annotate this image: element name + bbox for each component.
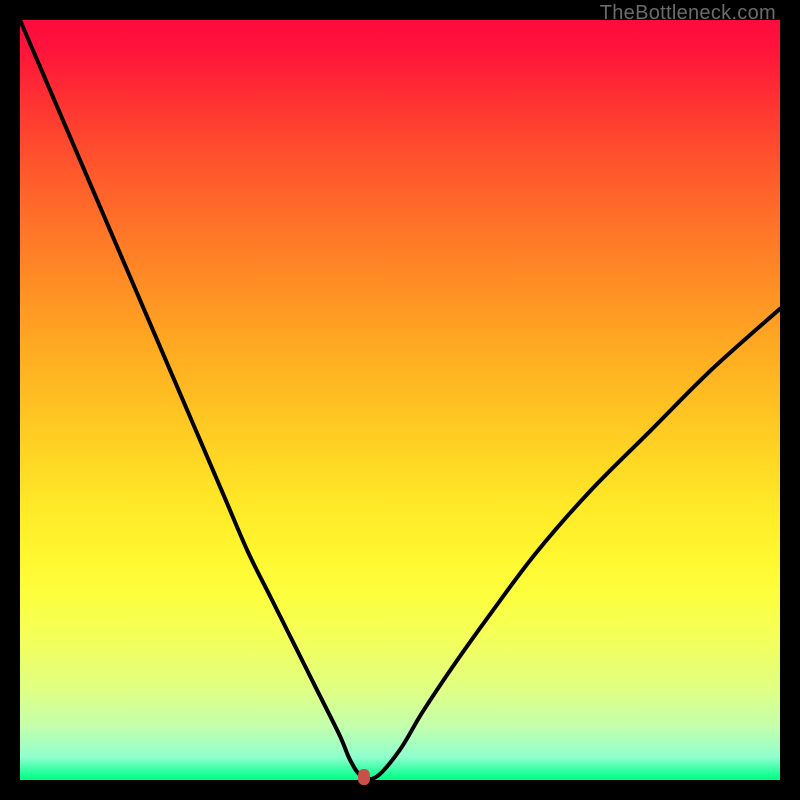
chart-frame: TheBottleneck.com (0, 0, 800, 800)
plot-area (20, 20, 780, 780)
curve-path (20, 20, 780, 779)
optimal-point-marker (358, 769, 370, 785)
bottleneck-curve (20, 20, 780, 780)
